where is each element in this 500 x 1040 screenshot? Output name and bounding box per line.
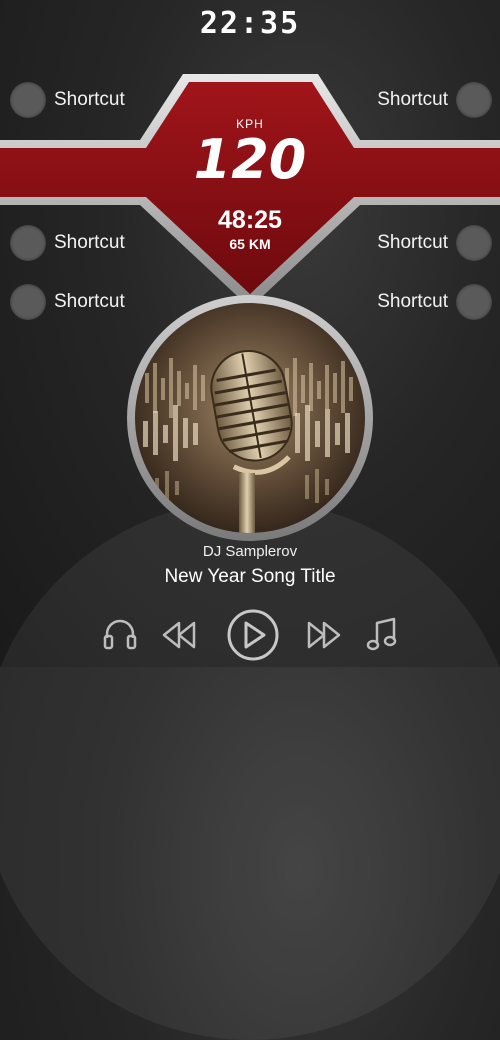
shortcut-circle-icon [456,82,492,118]
shortcut-left-3[interactable]: Shortcut [10,284,125,320]
shortcut-label: Shortcut [377,89,448,110]
shortcut-label: Shortcut [377,291,448,312]
artist-name: DJ Samplerov [202,543,298,560]
shortcut-circle-icon [10,82,46,118]
shortcut-left-1[interactable]: Shortcut [10,82,125,118]
album-art[interactable] [135,303,365,533]
music-note-icon[interactable] [365,615,399,653]
shortcut-label: Shortcut [54,89,125,110]
shortcut-label: Shortcut [54,232,125,253]
speed-value: 120 [193,128,307,191]
microphone-icon [135,303,365,533]
headphones-icon[interactable] [102,616,138,652]
shortcut-label: Shortcut [54,291,125,312]
rewind-icon[interactable] [161,618,197,652]
shortcut-label: Shortcut [377,232,448,253]
clock: 22:35 [199,6,301,41]
shortcut-circle-icon [10,225,46,261]
fast-forward-icon[interactable] [306,618,342,652]
shortcut-circle-icon [10,284,46,320]
shortcut-circle-icon [456,225,492,261]
shortcut-right-2[interactable]: Shortcut [377,225,492,261]
play-icon[interactable] [226,608,280,662]
shortcut-right-3[interactable]: Shortcut [377,284,492,320]
song-title: New Year Song Title [164,566,336,587]
shortcut-left-2[interactable]: Shortcut [10,225,125,261]
shortcut-circle-icon [456,284,492,320]
shortcut-right-1[interactable]: Shortcut [377,82,492,118]
